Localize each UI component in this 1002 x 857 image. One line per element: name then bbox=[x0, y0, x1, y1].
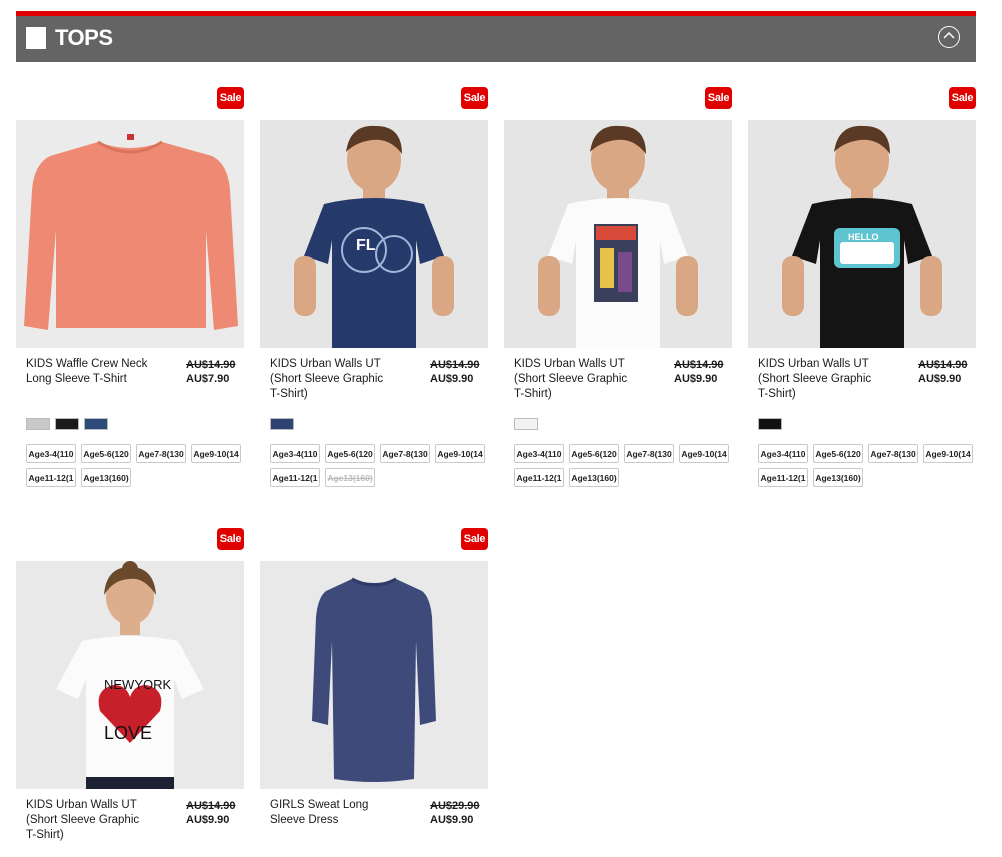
size-option[interactable]: Age5-6(120 bbox=[569, 444, 619, 463]
size-option[interactable]: Age11-12(1 bbox=[514, 468, 564, 487]
size-option[interactable]: Age3-4(110 bbox=[514, 444, 564, 463]
size-option[interactable]: Age7-8(130 bbox=[136, 444, 186, 463]
size-option[interactable]: Age9-10(14 bbox=[435, 444, 485, 463]
size-option[interactable]: Age13(160) bbox=[81, 468, 131, 487]
svg-text:LOVE: LOVE bbox=[104, 723, 152, 743]
size-options: Age3-4(110 Age5-6(120 Age7-8(130 Age9-10… bbox=[758, 444, 978, 487]
color-swatches bbox=[514, 418, 538, 430]
original-price: AU$14.90 bbox=[918, 359, 968, 371]
size-option[interactable]: Age11-12(1 bbox=[270, 468, 320, 487]
size-option[interactable]: Age5-6(120 bbox=[325, 444, 375, 463]
size-options: Age3-4(110 Age5-6(120 Age7-8(130 Age9-10… bbox=[514, 444, 734, 487]
product-image[interactable] bbox=[260, 561, 488, 789]
color-swatch[interactable] bbox=[84, 418, 108, 430]
original-price: AU$14.90 bbox=[186, 800, 236, 812]
size-option[interactable]: Age5-6(120 bbox=[813, 444, 863, 463]
sale-badge: Sale bbox=[217, 528, 244, 550]
sale-price: AU$9.90 bbox=[186, 814, 230, 826]
svg-text:FL: FL bbox=[356, 237, 376, 254]
size-options: Age3-4(110 Age5-6(120 Age7-8(130 Age9-10… bbox=[270, 444, 490, 487]
sale-price: AU$7.90 bbox=[186, 373, 230, 385]
size-options: Age3-4(110 Age5-6(120 Age7-8(130 Age9-10… bbox=[26, 444, 246, 487]
size-option[interactable]: Age3-4(110 bbox=[270, 444, 320, 463]
size-option[interactable]: Age7-8(130 bbox=[624, 444, 674, 463]
size-option[interactable]: Age7-8(130 bbox=[380, 444, 430, 463]
color-swatch[interactable] bbox=[26, 418, 50, 430]
product-name[interactable]: KIDS Urban Walls UT (Short Sleeve Graphi… bbox=[270, 357, 395, 402]
sale-price: AU$9.90 bbox=[430, 814, 474, 826]
section-marker-icon bbox=[26, 27, 46, 49]
original-price: AU$14.90 bbox=[186, 359, 236, 371]
original-price: AU$29.90 bbox=[430, 800, 480, 812]
size-option[interactable]: Age13(160) bbox=[813, 468, 863, 487]
size-option[interactable]: Age9-10(14 bbox=[679, 444, 729, 463]
svg-text:HELLO: HELLO bbox=[848, 232, 879, 242]
product-image[interactable] bbox=[504, 120, 732, 348]
product-name[interactable]: KIDS Waffle Crew Neck Long Sleeve T-Shir… bbox=[26, 357, 151, 387]
size-option[interactable]: Age9-10(14 bbox=[923, 444, 973, 463]
color-swatch[interactable] bbox=[758, 418, 782, 430]
product-name[interactable]: GIRLS Sweat Long Sleeve Dress bbox=[270, 798, 395, 828]
product-name[interactable]: KIDS Urban Walls UT (Short Sleeve Graphi… bbox=[758, 357, 883, 402]
sale-badge: Sale bbox=[705, 87, 732, 109]
section-header: TOPS bbox=[16, 16, 976, 62]
color-swatches bbox=[26, 418, 108, 430]
size-option[interactable]: Age7-8(130 bbox=[868, 444, 918, 463]
original-price: AU$14.90 bbox=[674, 359, 724, 371]
size-option[interactable]: Age11-12(1 bbox=[758, 468, 808, 487]
sale-badge: Sale bbox=[461, 87, 488, 109]
color-swatches bbox=[758, 418, 782, 430]
sale-badge: Sale bbox=[217, 87, 244, 109]
product-name[interactable]: KIDS Urban Walls UT (Short Sleeve Graphi… bbox=[514, 357, 639, 402]
product-image[interactable]: HELLO bbox=[748, 120, 976, 348]
sale-badge: Sale bbox=[949, 87, 976, 109]
size-option[interactable]: Age9-10(14 bbox=[191, 444, 241, 463]
original-price: AU$14.90 bbox=[430, 359, 480, 371]
sale-badge: Sale bbox=[461, 528, 488, 550]
product-image[interactable] bbox=[16, 120, 244, 348]
sale-price: AU$9.90 bbox=[918, 373, 962, 385]
size-option[interactable]: Age3-4(110 bbox=[26, 444, 76, 463]
size-option-unavailable[interactable]: Age13(160) bbox=[325, 468, 375, 487]
product-image[interactable]: FL bbox=[260, 120, 488, 348]
color-swatches bbox=[270, 418, 294, 430]
sale-price: AU$9.90 bbox=[674, 373, 718, 385]
product-name[interactable]: KIDS Urban Walls UT (Short Sleeve Graphi… bbox=[26, 798, 151, 843]
collapse-chevron-up-icon[interactable] bbox=[938, 26, 960, 48]
size-option[interactable]: Age13(160) bbox=[569, 468, 619, 487]
color-swatch[interactable] bbox=[270, 418, 294, 430]
svg-text:NEWYORK: NEWYORK bbox=[104, 677, 172, 692]
size-option[interactable]: Age3-4(110 bbox=[758, 444, 808, 463]
size-option[interactable]: Age11-12(1 bbox=[26, 468, 76, 487]
sale-price: AU$9.90 bbox=[430, 373, 474, 385]
color-swatch[interactable] bbox=[55, 418, 79, 430]
product-image[interactable]: NEWYORK LOVE bbox=[16, 561, 244, 789]
section-title: TOPS bbox=[55, 25, 113, 50]
color-swatch[interactable] bbox=[514, 418, 538, 430]
size-option[interactable]: Age5-6(120 bbox=[81, 444, 131, 463]
